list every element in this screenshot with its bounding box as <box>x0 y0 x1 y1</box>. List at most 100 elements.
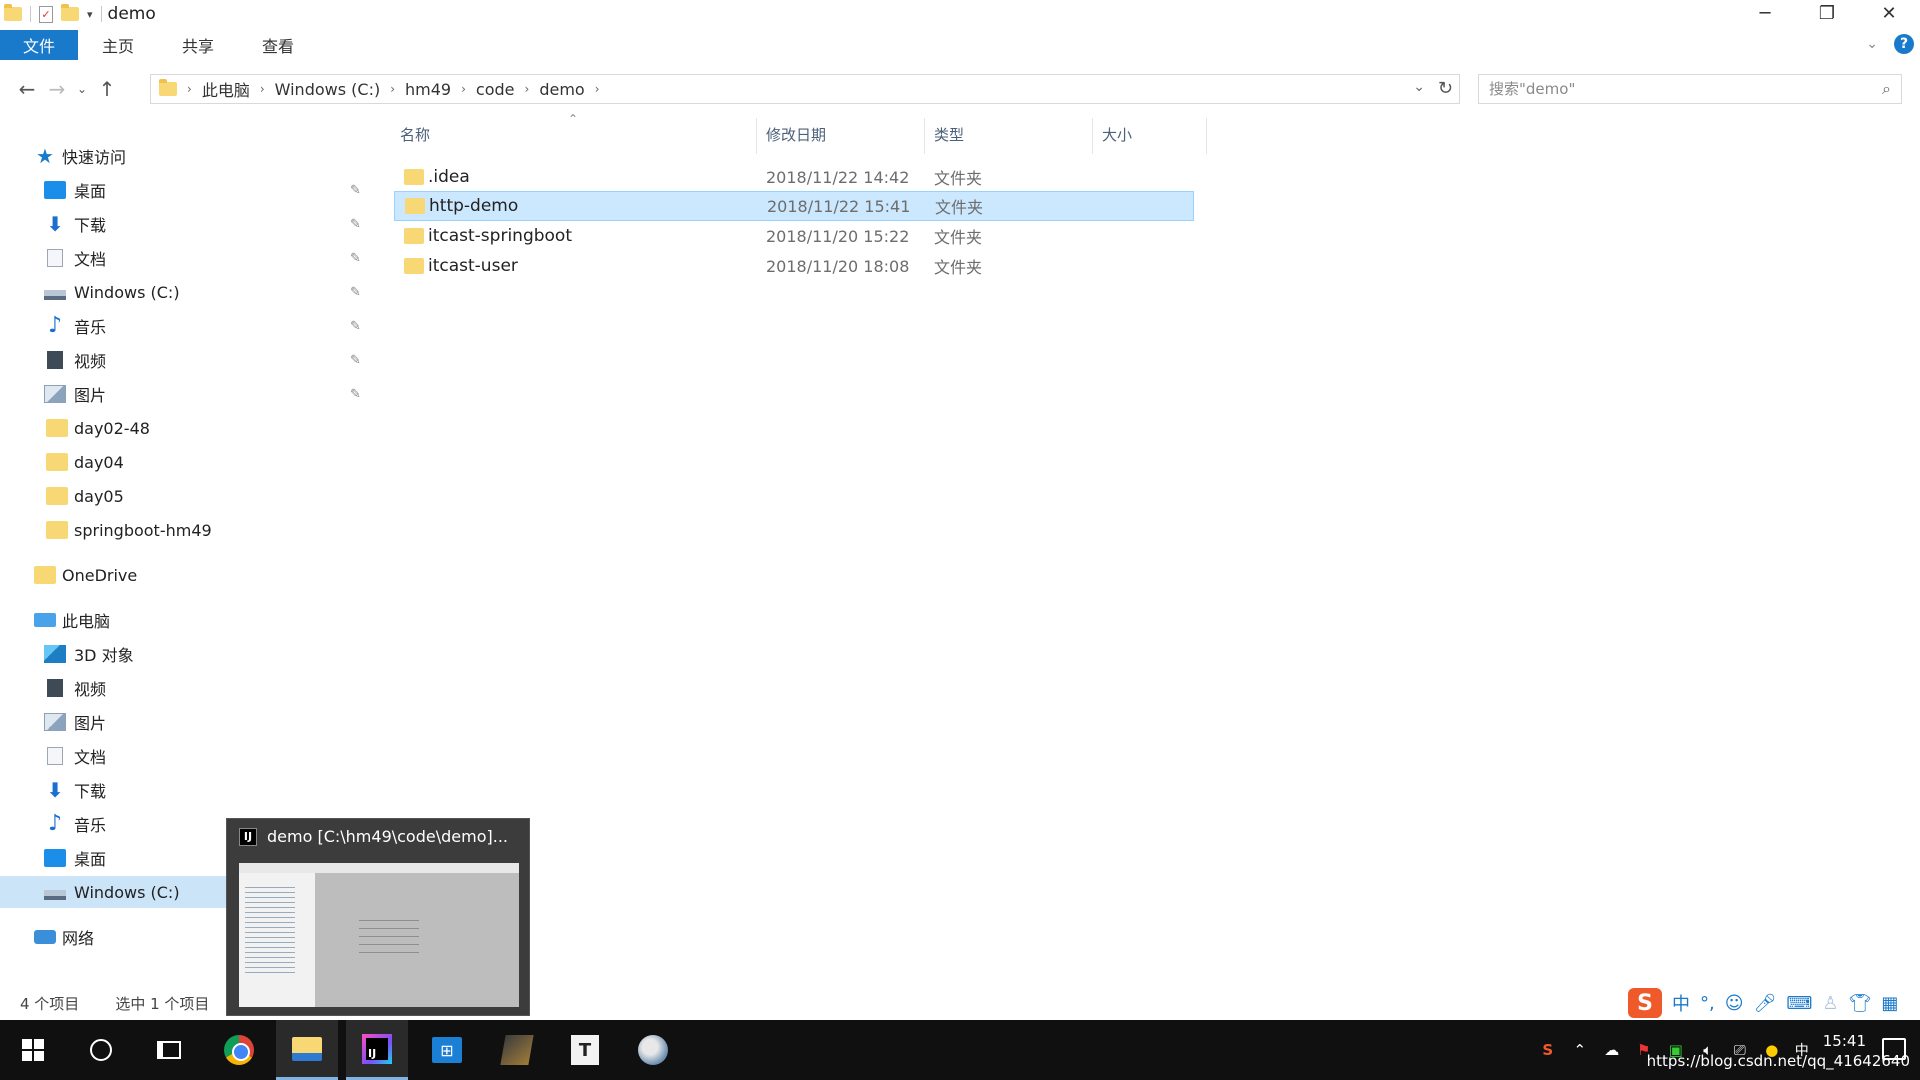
pin-icon[interactable]: ✎ <box>350 251 361 266</box>
nav-label: day05 <box>74 486 124 506</box>
chevron-right-icon[interactable]: › <box>256 82 269 96</box>
taskbar-tool[interactable] <box>486 1020 548 1080</box>
up-button[interactable]: ↑ <box>92 74 122 104</box>
breadcrumb-code[interactable]: code <box>470 80 521 99</box>
expand-ribbon-icon[interactable]: ⌄ <box>1866 36 1878 52</box>
microphone-icon[interactable]: 🎤︎ <box>1754 993 1777 1014</box>
pin-icon[interactable]: ✎ <box>350 217 361 232</box>
pin-icon[interactable]: ✎ <box>350 285 361 300</box>
column-header-size[interactable]: 大小 <box>1102 124 1132 150</box>
keyboard-icon[interactable]: ⌨ <box>1786 993 1812 1014</box>
nav-day05[interactable]: day05 <box>0 480 374 512</box>
file-row[interactable]: itcast-springboot 2018/11/20 15:22 文件夹 <box>394 221 1194 251</box>
cloud-icon[interactable]: ☁ <box>1603 1041 1621 1059</box>
nav-videos[interactable]: 视频 ✎ <box>0 344 374 376</box>
chevron-right-icon[interactable]: › <box>183 82 196 96</box>
skin-icon[interactable]: 👕︎ <box>1848 993 1871 1014</box>
nav-pc-pictures[interactable]: 图片 <box>0 706 374 738</box>
ime-mode[interactable]: 中 <box>1672 990 1690 1016</box>
nav-springboot-hm49[interactable]: springboot-hm49 <box>0 514 374 546</box>
nav-this-pc[interactable]: 此电脑 <box>0 604 374 636</box>
breadcrumb-this-pc[interactable]: 此电脑 <box>196 77 256 101</box>
nav-windows-c[interactable]: Windows (C:) ✎ <box>0 276 374 308</box>
back-button[interactable]: ← <box>12 74 42 104</box>
taskbar-file-explorer[interactable] <box>276 1020 338 1080</box>
chevron-right-icon[interactable]: › <box>591 82 604 96</box>
nav-onedrive[interactable]: OneDrive <box>0 559 374 591</box>
taskbar-store[interactable]: ⊞ <box>416 1020 478 1080</box>
sogou-icon[interactable]: S <box>1628 988 1662 1018</box>
nav-pictures[interactable]: 图片 ✎ <box>0 378 374 410</box>
close-button[interactable]: ✕ <box>1858 0 1920 26</box>
address-bar[interactable]: › 此电脑 › Windows (C:) › hm49 › code › dem… <box>150 74 1460 104</box>
properties-icon[interactable]: ✓ <box>39 5 53 23</box>
nav-pc-downloads[interactable]: ⬇ 下载 <box>0 774 374 806</box>
nav-pc-documents[interactable]: 文档 <box>0 740 374 772</box>
task-view-button[interactable] <box>138 1020 200 1080</box>
chevron-right-icon[interactable]: › <box>457 82 470 96</box>
column-divider[interactable] <box>1206 118 1207 154</box>
breadcrumb-hm49[interactable]: hm49 <box>399 80 457 99</box>
document-icon <box>47 249 63 267</box>
toolbox-icon[interactable]: ▦ <box>1881 993 1898 1014</box>
punctuation-icon[interactable]: °, <box>1700 993 1715 1014</box>
search-icon[interactable]: ⌕ <box>1882 79 1891 99</box>
taskbar-intellij[interactable]: IJ <box>346 1020 408 1080</box>
tab-view[interactable]: 查看 <box>238 30 318 60</box>
pin-icon[interactable]: ✎ <box>350 319 361 334</box>
minimize-button[interactable]: ─ <box>1734 0 1796 26</box>
new-folder-icon[interactable] <box>61 4 79 21</box>
nav-documents[interactable]: 文档 ✎ <box>0 242 374 274</box>
customize-toolbar-icon[interactable]: ▾ <box>87 8 93 21</box>
nav-quick-access[interactable]: ★ 快速访问 <box>0 140 374 172</box>
chevron-up-icon[interactable]: ⌃ <box>1571 1041 1589 1059</box>
nav-label: 文档 <box>74 748 107 767</box>
thumbnail-image[interactable] <box>239 863 519 1007</box>
refresh-icon[interactable]: ↻ <box>1438 78 1453 99</box>
tab-file[interactable]: 文件 <box>0 30 78 60</box>
taskbar-chrome[interactable] <box>208 1020 270 1080</box>
column-header-type[interactable]: 类型 <box>934 124 964 150</box>
chevron-right-icon[interactable]: › <box>521 82 534 96</box>
column-header-name[interactable]: 名称 <box>400 124 430 150</box>
column-divider[interactable] <box>1092 118 1093 154</box>
nav-day02-48[interactable]: day02-48 <box>0 412 374 444</box>
pin-icon[interactable]: ✎ <box>350 353 361 368</box>
file-row[interactable]: itcast-user 2018/11/20 18:08 文件夹 <box>394 251 1194 281</box>
nav-pc-videos[interactable]: 视频 <box>0 672 374 704</box>
search-box[interactable]: ⌕ <box>1478 74 1902 104</box>
chevron-right-icon[interactable]: › <box>386 82 399 96</box>
nav-day04[interactable]: day04 <box>0 446 374 478</box>
column-divider[interactable] <box>924 118 925 154</box>
nav-music[interactable]: ♪ 音乐 ✎ <box>0 310 374 342</box>
help-icon[interactable]: ? <box>1894 34 1914 54</box>
file-row[interactable]: .idea 2018/11/22 14:42 文件夹 <box>394 162 1194 192</box>
tab-share[interactable]: 共享 <box>158 30 238 60</box>
nav-downloads[interactable]: ⬇ 下载 ✎ <box>0 208 374 240</box>
user-icon[interactable]: ♙ <box>1822 993 1838 1014</box>
file-row[interactable]: http-demo 2018/11/22 15:41 文件夹 <box>394 191 1194 221</box>
ime-toolbar: S 中 °, ☺ 🎤︎ ⌨ ♙ 👕︎ ▦ <box>1628 986 1898 1020</box>
recent-locations-button[interactable]: ⌄ <box>72 74 92 104</box>
sogou-tray-icon[interactable]: S <box>1539 1041 1557 1059</box>
nav-desktop[interactable]: 桌面 ✎ <box>0 174 374 206</box>
pin-icon[interactable]: ✎ <box>350 387 361 402</box>
nav-3d-objects[interactable]: 3D 对象 <box>0 638 374 670</box>
taskbar-typora[interactable]: T <box>554 1020 616 1080</box>
folder-icon <box>4 4 22 21</box>
taskbar-app[interactable] <box>622 1020 684 1080</box>
pin-icon[interactable]: ✎ <box>350 183 361 198</box>
maximize-button[interactable]: ❐ <box>1796 0 1858 26</box>
column-divider[interactable] <box>756 118 757 154</box>
tab-home[interactable]: 主页 <box>78 30 158 60</box>
search-input[interactable] <box>1489 80 1849 98</box>
forward-button[interactable]: → <box>42 74 72 104</box>
chevron-down-icon[interactable]: ⌄ <box>1413 79 1425 95</box>
column-header-date[interactable]: 修改日期 <box>766 124 826 150</box>
emoji-icon[interactable]: ☺ <box>1725 993 1744 1014</box>
breadcrumb-windows-c[interactable]: Windows (C:) <box>269 80 387 99</box>
taskbar-thumbnail-preview[interactable]: IJ demo [C:\hm49\code\demo]... <box>226 818 530 1016</box>
search-button[interactable] <box>70 1020 132 1080</box>
breadcrumb-demo[interactable]: demo <box>533 80 590 99</box>
start-button[interactable] <box>2 1020 64 1080</box>
